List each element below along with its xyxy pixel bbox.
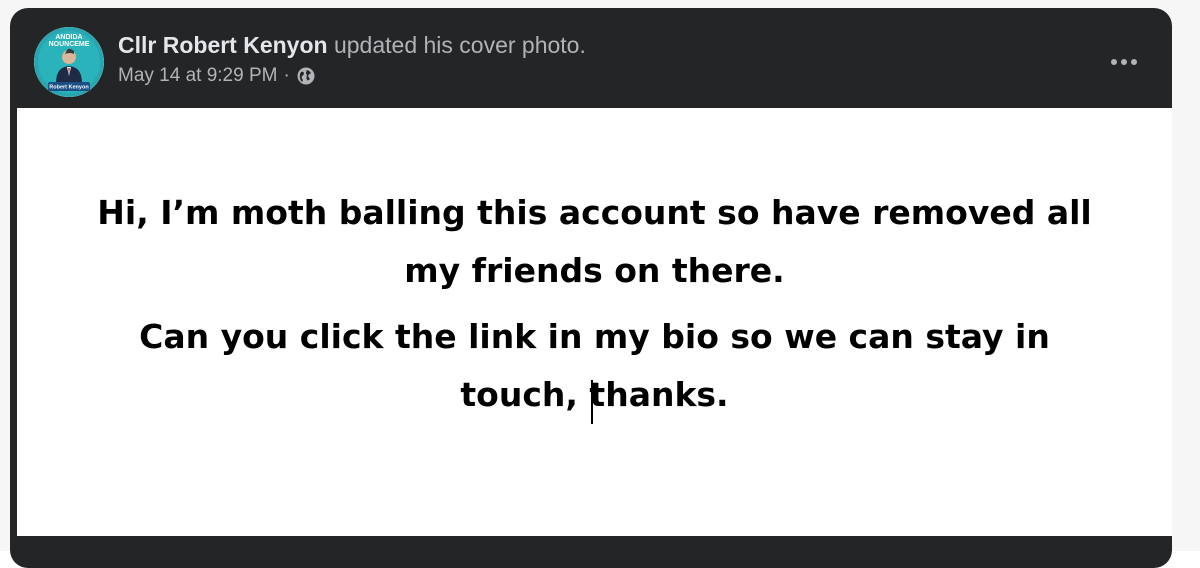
more-options-icon-dot [1131, 59, 1137, 65]
text-cursor [591, 380, 593, 424]
cover-paragraph-2-line-2: touch, thanks. [460, 375, 729, 414]
globe-icon[interactable] [296, 66, 316, 86]
more-options-icon-dot [1121, 59, 1127, 65]
post-timestamp-link[interactable]: May 14 at 9:29 PM [118, 64, 277, 88]
post-title-line: Cllr Robert Kenyon updated his cover pho… [118, 30, 586, 60]
cover-photo[interactable]: Hi, I’m moth balling this account so hav… [17, 108, 1172, 536]
avatar-top-text-2: NOUNCEME [49, 41, 90, 48]
avatar-name-banner: Robert Kenyon [49, 85, 89, 91]
avatar-image: ANDIDA NOUNCEME Robert Kenyon [34, 27, 104, 97]
post-header-text: Cllr Robert Kenyon updated his cover pho… [118, 30, 586, 88]
post-card: ANDIDA NOUNCEME Robert Kenyon Cllr Rober… [10, 8, 1172, 568]
cover-photo-text: Hi, I’m moth balling this account so hav… [17, 184, 1172, 432]
more-options-button[interactable] [1104, 52, 1144, 72]
avatar[interactable]: ANDIDA NOUNCEME Robert Kenyon [34, 27, 104, 97]
post-meta-line: May 14 at 9:29 PM · [118, 64, 586, 88]
cover-paragraph-2-line-1: Can you click the link in my bio so we c… [139, 317, 1050, 356]
post-header: ANDIDA NOUNCEME Robert Kenyon Cllr Rober… [10, 8, 1172, 108]
author-name-link[interactable]: Cllr Robert Kenyon [118, 32, 328, 58]
cover-paragraph-1-line-2: my friends on there. [404, 251, 785, 290]
screenshot-frame: ANDIDA NOUNCEME Robert Kenyon Cllr Rober… [0, 0, 1200, 568]
more-options-icon-dot [1111, 59, 1117, 65]
cover-paragraph-2: Can you click the link in my bio so we c… [17, 308, 1172, 424]
cover-paragraph-1-line-1: Hi, I’m moth balling this account so hav… [97, 193, 1092, 232]
avatar-top-text-1: ANDIDA [55, 34, 82, 41]
cover-paragraph-1: Hi, I’m moth balling this account so hav… [17, 184, 1172, 300]
post-action-text: updated his cover photo. [333, 32, 586, 58]
meta-separator: · [283, 65, 290, 86]
